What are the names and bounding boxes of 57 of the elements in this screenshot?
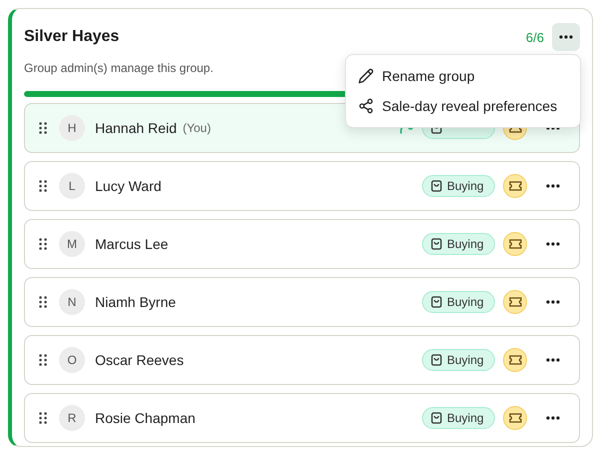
ticket-badge[interactable] (503, 232, 527, 256)
status-badge: Buying (422, 233, 495, 255)
bag-icon (431, 296, 442, 308)
ticket-badge[interactable] (503, 290, 527, 314)
status-badge: Buying (422, 291, 495, 313)
drag-handle-icon[interactable] (39, 412, 47, 424)
member-row[interactable]: R Rosie Chapman Buying (24, 393, 580, 443)
group-title: Silver Hayes (24, 28, 120, 46)
more-icon (546, 184, 560, 188)
bag-icon (431, 354, 442, 366)
avatar: L (59, 173, 85, 199)
member-name: Oscar Reeves (95, 352, 184, 368)
ticket-icon (508, 355, 522, 365)
ticket-icon (508, 413, 522, 423)
more-icon (546, 300, 560, 304)
bag-icon (431, 412, 442, 424)
drag-handle-icon[interactable] (39, 296, 47, 308)
member-row[interactable]: O Oscar Reeves Buying (24, 335, 580, 385)
drag-handle-icon[interactable] (39, 180, 47, 192)
drag-handle-icon[interactable] (39, 354, 47, 366)
status-badge: Buying (422, 349, 495, 371)
ticket-badge[interactable] (503, 348, 527, 372)
more-icon (546, 416, 560, 420)
bag-icon (431, 180, 442, 192)
menu-item[interactable]: Rename group (346, 61, 580, 91)
avatar: M (59, 231, 85, 257)
drag-handle-icon[interactable] (39, 238, 47, 250)
status-badge: Buying (422, 175, 495, 197)
member-name: Marcus Lee (95, 236, 168, 252)
avatar: O (59, 347, 85, 373)
more-icon (546, 358, 560, 362)
member-name: Niamh Byrne (95, 294, 176, 310)
avatar: N (59, 289, 85, 315)
ticket-badge[interactable] (503, 406, 527, 430)
avatar: R (59, 405, 85, 431)
share-icon (358, 98, 374, 114)
bag-icon (431, 238, 442, 250)
drag-handle-icon[interactable] (39, 122, 47, 134)
avatar: H (59, 115, 85, 141)
member-row[interactable]: N Niamh Byrne Buying (24, 277, 580, 327)
ticket-icon (508, 181, 522, 191)
admin-note: Group admin(s) manage this group. (24, 61, 214, 75)
more-icon (559, 35, 573, 39)
status-badge: Buying (422, 407, 495, 429)
member-row[interactable]: L Lucy Ward Buying (24, 161, 580, 211)
pencil-icon (358, 68, 374, 84)
member-name: Hannah Reid (95, 120, 177, 136)
member-count: 6/6 (526, 30, 544, 44)
ticket-icon (508, 239, 522, 249)
more-button[interactable] (552, 23, 580, 51)
ticket-badge[interactable] (503, 174, 527, 198)
member-row[interactable]: M Marcus Lee Buying (24, 219, 580, 269)
ticket-icon (508, 297, 522, 307)
member-name: Lucy Ward (95, 178, 162, 194)
you-label: (You) (182, 121, 211, 135)
more-icon (546, 242, 560, 246)
member-name: Rosie Chapman (95, 410, 196, 426)
